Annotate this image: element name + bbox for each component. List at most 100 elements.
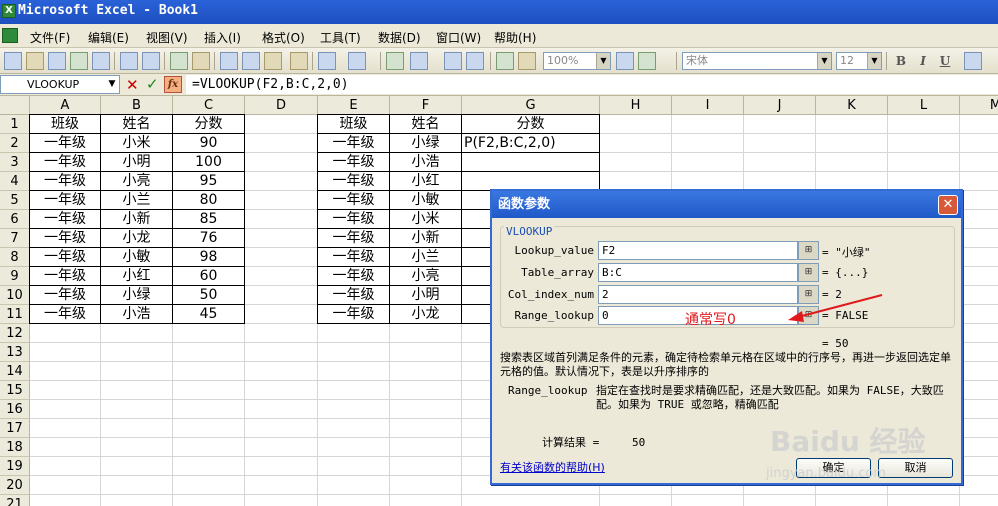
table-cell[interactable]: 100 [173, 153, 244, 172]
spelling-icon[interactable] [170, 52, 188, 70]
format-painter-icon[interactable] [290, 52, 308, 70]
arg-input-table-array[interactable]: B:C [598, 263, 798, 282]
table-header-cell[interactable]: 姓名 [390, 115, 461, 134]
table-cell[interactable]: 一年级 [30, 286, 100, 305]
table-cell[interactable]: 60 [173, 267, 244, 286]
table-cell[interactable]: 90 [173, 134, 244, 153]
arg-input-col-index-num[interactable]: 2 [598, 285, 798, 304]
table-cell[interactable]: 一年级 [30, 248, 100, 267]
table-cell[interactable]: 小明 [390, 286, 461, 305]
active-cell-g2[interactable]: P(F2,B:C,2,0) [462, 134, 599, 153]
redo-icon[interactable] [348, 52, 366, 70]
insert-function-button[interactable]: fx [164, 76, 182, 93]
table-cell[interactable]: 85 [173, 210, 244, 229]
row-header-18[interactable]: 18 [0, 438, 30, 457]
row-header-8[interactable]: 8 [0, 248, 30, 267]
menu-help[interactable]: 帮助(H) [494, 29, 536, 46]
column-header-e[interactable]: E [318, 96, 390, 115]
row-header-14[interactable]: 14 [0, 362, 30, 381]
column-header-m[interactable]: M [960, 96, 998, 115]
table-cell[interactable]: 小米 [101, 134, 172, 153]
paste-icon[interactable] [264, 52, 282, 70]
table-cell[interactable]: 76 [173, 229, 244, 248]
table-cell[interactable]: 50 [173, 286, 244, 305]
table-cell[interactable]: 一年级 [318, 286, 389, 305]
row-header-7[interactable]: 7 [0, 229, 30, 248]
row-header-21[interactable]: 21 [0, 495, 30, 506]
font-size-select[interactable]: 12 ▼ [836, 52, 882, 70]
row-header-17[interactable]: 17 [0, 419, 30, 438]
undo-icon[interactable] [318, 52, 336, 70]
column-header-f[interactable]: F [390, 96, 462, 115]
email-icon[interactable] [92, 52, 110, 70]
chevron-down-icon[interactable]: ▼ [817, 53, 831, 69]
chevron-down-icon[interactable]: ▼ [596, 53, 610, 69]
workbook-icon[interactable] [2, 28, 18, 43]
column-header-i[interactable]: I [672, 96, 744, 115]
menu-tools[interactable]: 工具(T) [320, 29, 361, 46]
chevron-down-icon[interactable]: ▼ [105, 76, 119, 93]
print-icon[interactable] [120, 52, 138, 70]
row-header-20[interactable]: 20 [0, 476, 30, 495]
table-cell[interactable]: 小新 [101, 210, 172, 229]
cancel-button[interactable]: 取消 [878, 458, 953, 478]
table-cell[interactable]: 小亮 [101, 172, 172, 191]
column-header-c[interactable]: C [173, 96, 245, 115]
table-cell[interactable]: 小兰 [101, 191, 172, 210]
table-header-cell[interactable]: 班级 [30, 115, 100, 134]
row-header-1[interactable]: 1 [0, 115, 30, 134]
table-cell[interactable]: 小绿 [101, 286, 172, 305]
table-header-cell[interactable]: 分数 [173, 115, 244, 134]
table-cell[interactable]: 一年级 [30, 153, 100, 172]
collapse-dialog-icon[interactable]: ⊞ [798, 263, 819, 282]
table-cell[interactable]: 小兰 [390, 248, 461, 267]
menu-file[interactable]: 文件(F) [30, 29, 70, 46]
menu-data[interactable]: 数据(D) [378, 29, 421, 46]
sort-descending-icon[interactable] [466, 52, 484, 70]
row-header-10[interactable]: 10 [0, 286, 30, 305]
table-header-cell[interactable]: 姓名 [101, 115, 172, 134]
menu-view[interactable]: 视图(V) [146, 29, 188, 46]
table-cell[interactable]: 小浩 [101, 305, 172, 324]
menu-insert[interactable]: 插入(I) [204, 29, 241, 46]
table-cell[interactable]: 小新 [390, 229, 461, 248]
autosum-icon[interactable] [410, 52, 428, 70]
row-header-11[interactable]: 11 [0, 305, 30, 324]
table-cell[interactable]: 一年级 [318, 172, 389, 191]
table-cell[interactable]: 一年级 [30, 305, 100, 324]
row-header-19[interactable]: 19 [0, 457, 30, 476]
table-cell[interactable]: 小明 [101, 153, 172, 172]
table-cell[interactable]: 小浩 [390, 153, 461, 172]
table-cell[interactable]: 小红 [101, 267, 172, 286]
copy-icon[interactable] [242, 52, 260, 70]
research-icon[interactable] [192, 52, 210, 70]
column-header-g[interactable]: G [462, 96, 600, 115]
row-header-4[interactable]: 4 [0, 172, 30, 191]
font-name-select[interactable]: 宋体 ▼ [682, 52, 832, 70]
cut-icon[interactable] [220, 52, 238, 70]
help-icon[interactable] [616, 52, 634, 70]
table-cell[interactable]: 小敏 [390, 191, 461, 210]
bold-button[interactable]: B [892, 52, 910, 70]
chevron-down-icon[interactable]: ▼ [867, 53, 881, 69]
table-cell[interactable]: 一年级 [30, 267, 100, 286]
table-cell[interactable]: 98 [173, 248, 244, 267]
table-header-cell[interactable]: 班级 [318, 115, 389, 134]
help-link[interactable]: 有关该函数的帮助(H) [500, 459, 605, 475]
save-icon[interactable] [48, 52, 66, 70]
cancel-entry-icon[interactable]: ✕ [126, 76, 139, 94]
permission-icon[interactable] [70, 52, 88, 70]
table-cell[interactable]: 一年级 [30, 191, 100, 210]
table-cell[interactable]: 小敏 [101, 248, 172, 267]
column-header-a[interactable]: A [30, 96, 101, 115]
table-cell[interactable]: 一年级 [30, 229, 100, 248]
column-header-l[interactable]: L [888, 96, 960, 115]
table-cell[interactable]: 一年级 [318, 153, 389, 172]
menu-window[interactable]: 窗口(W) [436, 29, 481, 46]
row-header-12[interactable]: 12 [0, 324, 30, 343]
row-header-16[interactable]: 16 [0, 400, 30, 419]
underline-button[interactable]: U [936, 52, 954, 70]
table-cell[interactable]: 45 [173, 305, 244, 324]
hyperlink-icon[interactable] [386, 52, 404, 70]
select-all-corner[interactable] [0, 96, 30, 115]
